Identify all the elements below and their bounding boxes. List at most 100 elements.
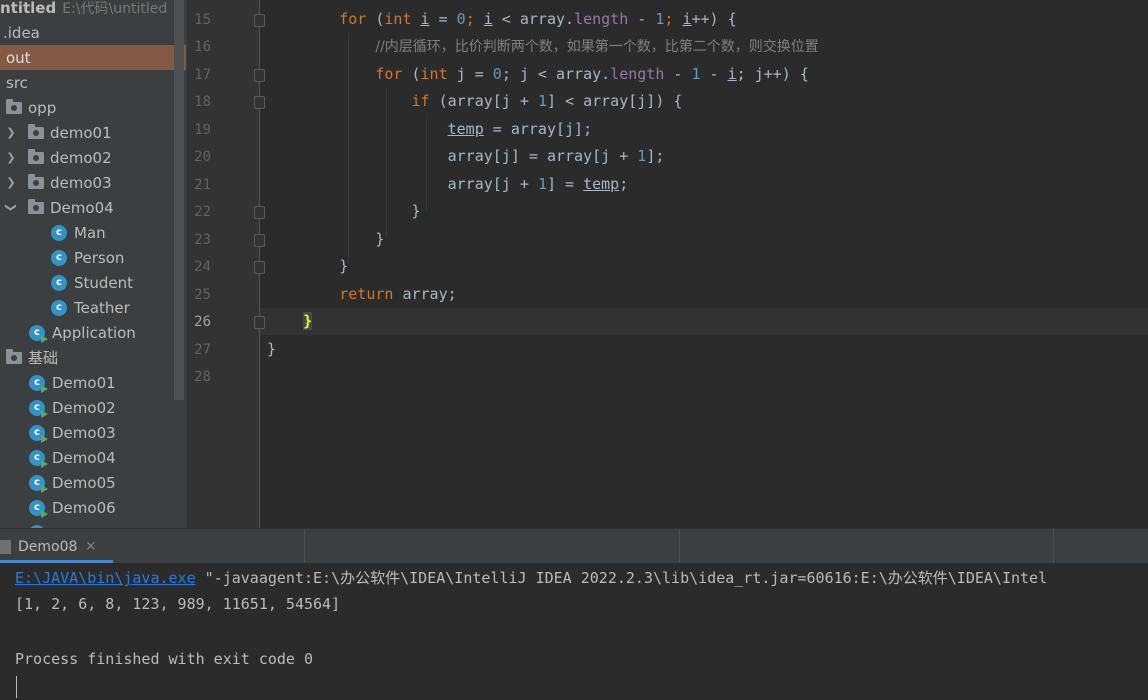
class-icon: c: [51, 224, 67, 241]
tree-item-demo01-class[interactable]: c Demo01: [0, 370, 186, 395]
tree-root-untitled[interactable]: ntitled E:\代码\untitled: [0, 0, 186, 20]
tree-item-label: Student: [74, 273, 134, 292]
package-icon: [28, 173, 44, 189]
run-console[interactable]: E:\JAVA\bin\java.exe "-javaagent:E:\办公软件…: [0, 563, 1148, 700]
tree-item-label: Teather: [74, 298, 130, 317]
tree-item-label: Demo06: [52, 498, 116, 517]
package-icon: [28, 198, 44, 214]
runnable-class-icon: c: [29, 399, 48, 418]
toolbar-divider: [304, 529, 305, 564]
tree-item-person[interactable]: c Person: [0, 245, 186, 270]
toolbar-divider: [1053, 529, 1054, 564]
code-line-23: }: [375, 230, 385, 248]
code-line-17: for (int j = 0; j < array.length - 1 - i…: [375, 65, 809, 83]
runnable-class-icon: c: [29, 324, 48, 343]
line-number: 26: [194, 314, 211, 330]
line-number: 19: [194, 122, 211, 138]
tree-item-out[interactable]: out: [0, 45, 186, 70]
toolbar-divider: [679, 529, 680, 564]
tree-item-teather[interactable]: c Teather: [0, 295, 186, 320]
line-number: 18: [194, 94, 211, 110]
class-icon: c: [51, 274, 67, 291]
tree-item-application[interactable]: c Application: [0, 320, 186, 345]
tree-item-demo04-package[interactable]: ❯ Demo04: [0, 195, 186, 220]
chevron-right-icon[interactable]: ❯: [5, 176, 17, 189]
fold-marker-icon[interactable]: [254, 261, 265, 274]
tree-item-student[interactable]: c Student: [0, 270, 186, 295]
tree-item-label: Demo04: [50, 198, 114, 217]
fold-marker-icon[interactable]: [254, 69, 265, 82]
close-icon[interactable]: ×: [85, 539, 96, 554]
runnable-class-icon: c: [29, 499, 48, 518]
code-line-21: array[j + 1] = temp;: [447, 175, 629, 193]
tree-item-label: demo02: [50, 148, 112, 167]
package-icon: [6, 348, 22, 364]
runnable-class-icon: c: [29, 374, 48, 393]
fold-marker-icon[interactable]: [254, 96, 265, 109]
line-number: 21: [194, 177, 211, 193]
package-icon: [28, 123, 44, 139]
package-icon: [6, 98, 22, 114]
tree-item-label: 基础: [28, 349, 59, 367]
code-editor[interactable]: 15 16 17 18 19 20 21 22 23 24 25 26 27 2…: [187, 0, 1148, 528]
matched-brace: }: [303, 312, 313, 330]
root-label: ntitled: [0, 0, 57, 17]
console-exit-message: Process finished with exit code 0: [15, 650, 314, 668]
tree-item-label: .idea: [3, 23, 40, 42]
line-number: 15: [194, 12, 211, 28]
chevron-right-icon[interactable]: ❯: [5, 126, 17, 139]
tree-item-demo03[interactable]: ❯ demo03: [0, 170, 186, 195]
tree-item-idea[interactable]: .idea: [0, 20, 186, 45]
line-number: 16: [194, 39, 211, 55]
runnable-class-icon: c: [29, 449, 48, 468]
project-tool-window: ntitled E:\代码\untitled .idea out src opp…: [0, 0, 187, 528]
tree-scrollbar[interactable]: [174, 0, 184, 400]
tree-item-opp[interactable]: opp: [0, 95, 186, 120]
class-icon: c: [51, 249, 67, 266]
line-number: 22: [194, 204, 211, 220]
tree-item-demo04-class[interactable]: c Demo04: [0, 445, 186, 470]
code-line-27: }: [267, 340, 277, 358]
fold-marker-icon[interactable]: [254, 234, 265, 247]
chevron-down-icon[interactable]: ❯: [5, 202, 18, 214]
line-number: 28: [194, 369, 211, 385]
tree-item-demo06-class[interactable]: c Demo06: [0, 495, 186, 520]
tree-item-demo02-class[interactable]: c Demo02: [0, 395, 186, 420]
code-line-24: }: [339, 257, 349, 275]
run-config-icon: [0, 539, 11, 554]
chevron-right-icon[interactable]: ❯: [5, 151, 17, 164]
tree-item-label: Demo03: [52, 423, 116, 442]
tree-item-label: src: [6, 73, 28, 92]
run-tab-bar: Demo08 ×: [0, 528, 1148, 564]
tree-item-label: Demo01: [52, 373, 116, 392]
tree-item-demo05-class[interactable]: c Demo05: [0, 470, 186, 495]
code-line-25: return array;: [339, 285, 457, 303]
fold-marker-icon[interactable]: [254, 316, 265, 329]
tree-item-man[interactable]: c Man: [0, 220, 186, 245]
text-caret: [16, 676, 17, 698]
code-line-19: temp = array[j];: [447, 120, 593, 138]
tab-demo08[interactable]: Demo08 ×: [0, 529, 113, 564]
tree-item-demo01[interactable]: ❯ demo01: [0, 120, 186, 145]
current-line-highlight: [260, 308, 1148, 335]
console-command-line: E:\JAVA\bin\java.exe "-javaagent:E:\办公软件…: [15, 569, 1048, 587]
tree-item-demo03-class[interactable]: c Demo03: [0, 420, 186, 445]
line-number: 25: [194, 287, 211, 303]
fold-marker-icon[interactable]: [254, 206, 265, 219]
runnable-class-icon: c: [29, 424, 48, 443]
java-exe-link[interactable]: E:\JAVA\bin\java.exe: [15, 569, 196, 587]
tree-item-src[interactable]: src: [0, 70, 186, 95]
console-output: [1, 2, 6, 8, 123, 989, 11651, 54564]: [15, 595, 341, 613]
tree-item-label: out: [6, 48, 31, 67]
line-number: 20: [194, 149, 211, 165]
tree-item-jichu[interactable]: 基础: [0, 345, 186, 370]
line-number: 17: [194, 67, 211, 83]
tree-item-label: Man: [74, 223, 106, 242]
tree-item-demo02[interactable]: ❯ demo02: [0, 145, 186, 170]
tab-label: Demo08: [18, 538, 78, 555]
code-line-16: //内层循环，比价判断两个数，如果第一个数，比第二个数，则交换位置: [375, 39, 819, 55]
runnable-class-icon: c: [29, 474, 48, 493]
fold-marker-icon[interactable]: [254, 14, 265, 27]
tree-item-label: Demo04: [52, 448, 116, 467]
code-line-22: }: [411, 202, 421, 220]
